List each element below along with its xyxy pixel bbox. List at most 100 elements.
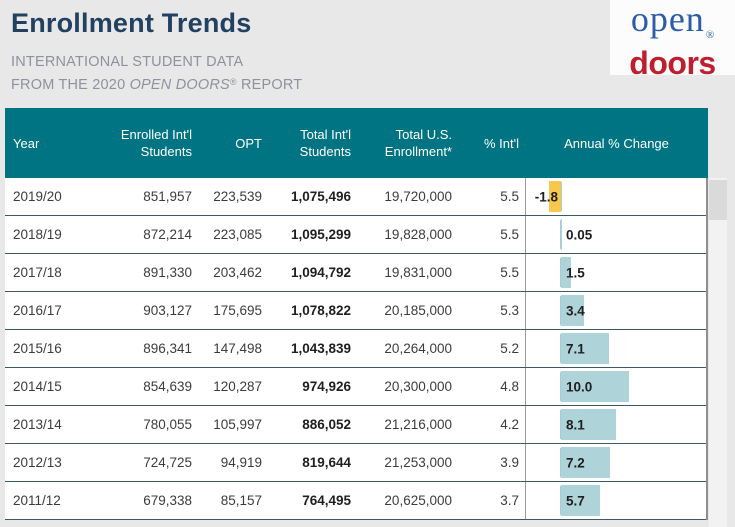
enrolled-intl-students-cell: 780,055: [117, 406, 197, 443]
enrolled-intl-students-cell: 851,957: [117, 178, 197, 215]
pct-intl-cell: 5.2: [457, 330, 525, 367]
total-intl-students-cell: 1,078,822: [267, 292, 359, 329]
opt-cell: 120,287: [197, 368, 267, 405]
enrolled-intl-students-cell: 679,338: [117, 482, 197, 519]
annual-pct-change-cell: 7.2: [525, 444, 706, 481]
annual-pct-change-cell: 7.1: [525, 330, 706, 367]
total-intl-students-cell: 974,926: [267, 368, 359, 405]
column-header-pct-intl: % Int'l: [457, 108, 525, 178]
pct-intl-cell: 5.3: [457, 292, 525, 329]
total-us-enrollment-cell: 19,831,000: [359, 254, 457, 291]
column-header-total-intl-students: Total Int'l Students: [267, 108, 359, 178]
logo-registered-mark: ®: [706, 29, 714, 41]
enrolled-intl-students-cell: 891,330: [117, 254, 197, 291]
annual-pct-change-cell: 10.0: [525, 368, 706, 405]
annual-change-value: 8.1: [566, 417, 585, 432]
pct-intl-cell: 5.5: [457, 254, 525, 291]
table-header-row: Year Enrolled Int'l Students OPT Total I…: [5, 108, 708, 178]
annual-pct-change-cell: -1.8: [525, 178, 706, 215]
year-cell: 2018/19: [5, 216, 117, 253]
enrolled-intl-students-cell: 903,127: [117, 292, 197, 329]
total-us-enrollment-cell: 21,216,000: [359, 406, 457, 443]
annual-pct-change-cell: 0.05: [525, 216, 706, 253]
pct-intl-cell: 4.2: [457, 406, 525, 443]
year-cell: 2012/13: [5, 444, 117, 481]
total-intl-students-cell: 1,094,792: [267, 254, 359, 291]
opt-cell: 223,085: [197, 216, 267, 253]
total-intl-students-cell: 1,075,496: [267, 178, 359, 215]
page-title: Enrollment Trends: [11, 8, 251, 39]
year-cell: 2013/14: [5, 406, 117, 443]
annual-change-value: 0.05: [566, 227, 592, 242]
subtitle-line2-italic: OPEN DOORS: [130, 77, 230, 93]
enrolled-intl-students-cell: 896,341: [117, 330, 197, 367]
total-us-enrollment-cell: 19,828,000: [359, 216, 457, 253]
scrollbar-thumb[interactable]: [709, 180, 727, 220]
opt-cell: 105,997: [197, 406, 267, 443]
table-row[interactable]: 2015/16896,341147,4981,043,83920,264,000…: [5, 330, 706, 368]
total-us-enrollment-cell: 19,720,000: [359, 178, 457, 215]
year-cell: 2015/16: [5, 330, 117, 367]
opt-cell: 223,539: [197, 178, 267, 215]
column-header-annual-pct-change: Annual % Change: [525, 108, 708, 178]
year-cell: 2019/20: [5, 178, 117, 215]
subtitle-line2-suffix: REPORT: [237, 77, 303, 93]
logo-doors-word: doors: [610, 50, 735, 76]
annual-change-value: 1.5: [566, 265, 585, 280]
pct-intl-cell: 4.8: [457, 368, 525, 405]
opt-cell: 175,695: [197, 292, 267, 329]
year-cell: 2014/15: [5, 368, 117, 405]
total-us-enrollment-cell: 20,264,000: [359, 330, 457, 367]
report-subtitle: INTERNATIONAL STUDENT DATA FROM THE 2020…: [11, 52, 302, 95]
table-row[interactable]: 2013/14780,055105,997886,05221,216,0004.…: [5, 406, 706, 444]
subtitle-line1: INTERNATIONAL STUDENT DATA: [11, 54, 243, 70]
pct-intl-cell: 3.7: [457, 482, 525, 519]
total-intl-students-cell: 886,052: [267, 406, 359, 443]
table-row[interactable]: 2012/13724,72594,919819,64421,253,0003.9…: [5, 444, 706, 482]
open-doors-logo: open® doors: [610, 0, 735, 75]
subtitle-line2-prefix: FROM THE 2020: [11, 77, 130, 93]
total-us-enrollment-cell: 20,625,000: [359, 482, 457, 519]
total-intl-students-cell: 1,095,299: [267, 216, 359, 253]
enrolled-intl-students-cell: 854,639: [117, 368, 197, 405]
opt-cell: 94,919: [197, 444, 267, 481]
total-intl-students-cell: 764,495: [267, 482, 359, 519]
annual-pct-change-cell: 8.1: [525, 406, 706, 443]
annual-change-value: 7.2: [566, 455, 585, 470]
table-row[interactable]: 2017/18891,330203,4621,094,79219,831,000…: [5, 254, 706, 292]
annual-pct-change-cell: 3.4: [525, 292, 706, 329]
enrolled-intl-students-cell: 724,725: [117, 444, 197, 481]
annual-pct-change-cell: 1.5: [525, 254, 706, 291]
opt-cell: 85,157: [197, 482, 267, 519]
opt-cell: 147,498: [197, 330, 267, 367]
registered-mark: ®: [230, 77, 237, 87]
report-header: Enrollment Trends INTERNATIONAL STUDENT …: [0, 0, 735, 108]
column-header-opt: OPT: [197, 108, 267, 178]
pct-intl-cell: 5.5: [457, 178, 525, 215]
vertical-scrollbar[interactable]: [709, 178, 727, 527]
annual-change-value: 5.7: [566, 493, 585, 508]
table-row[interactable]: 2011/12679,33885,157764,49520,625,0003.7…: [5, 482, 706, 520]
year-cell: 2016/17: [5, 292, 117, 329]
total-us-enrollment-cell: 21,253,000: [359, 444, 457, 481]
table-row[interactable]: 2014/15854,639120,287974,92620,300,0004.…: [5, 368, 706, 406]
table-body: 2019/20851,957223,5391,075,49619,720,000…: [5, 178, 708, 520]
total-intl-students-cell: 819,644: [267, 444, 359, 481]
annual-pct-change-cell: 5.7: [525, 482, 706, 519]
annual-change-value: 3.4: [566, 303, 585, 318]
total-us-enrollment-cell: 20,300,000: [359, 368, 457, 405]
annual-change-value: 10.0: [566, 379, 592, 394]
table-row[interactable]: 2016/17903,127175,6951,078,82220,185,000…: [5, 292, 706, 330]
total-us-enrollment-cell: 20,185,000: [359, 292, 457, 329]
enrolled-intl-students-cell: 872,214: [117, 216, 197, 253]
pct-intl-cell: 3.9: [457, 444, 525, 481]
table-row[interactable]: 2018/19872,214223,0851,095,29919,828,000…: [5, 216, 706, 254]
column-header-total-us-enrollment: Total U.S. Enrollment*: [359, 108, 457, 178]
total-intl-students-cell: 1,043,839: [267, 330, 359, 367]
enrollment-trends-panel: Enrollment Trends INTERNATIONAL STUDENT …: [0, 0, 735, 527]
column-header-year: Year: [5, 108, 117, 178]
table-row[interactable]: 2019/20851,957223,5391,075,49619,720,000…: [5, 178, 706, 216]
annual-change-value: 7.1: [566, 341, 585, 356]
column-header-enrolled-intl-students: Enrolled Int'l Students: [117, 108, 197, 178]
opt-cell: 203,462: [197, 254, 267, 291]
